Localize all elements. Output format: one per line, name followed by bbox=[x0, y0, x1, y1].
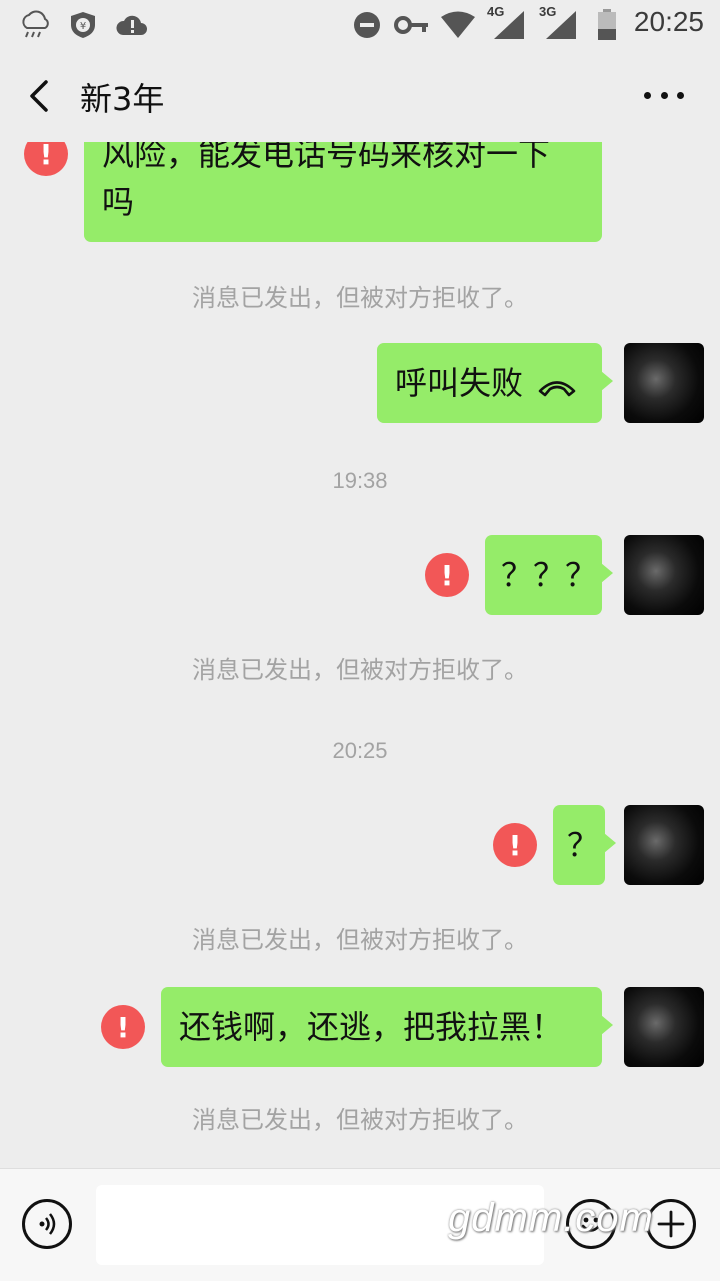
system-message: 消息已发出，但被对方拒收了。 bbox=[192, 284, 528, 312]
message-text-line: 风险，能发电话号码来核对一下 bbox=[102, 142, 551, 173]
more-dots-icon[interactable] bbox=[644, 80, 684, 110]
status-time: 20:25 bbox=[633, 6, 704, 37]
message-text: ？？？ bbox=[501, 556, 598, 594]
avatar[interactable] bbox=[624, 343, 704, 423]
send-failed-icon[interactable]: ! bbox=[493, 823, 537, 867]
status-bar: ¥ 4G 3G 20:25 bbox=[0, 0, 720, 50]
message-bubble[interactable]: ？？？ bbox=[485, 535, 613, 615]
message-timestamp: 19:38 bbox=[332, 468, 388, 493]
system-message: 消息已发出，但被对方拒收了。 bbox=[192, 1106, 528, 1134]
key-icon bbox=[394, 10, 430, 40]
system-message: 消息已发出，但被对方拒收了。 bbox=[192, 926, 528, 954]
message-bubble-call[interactable]: 呼叫失败 bbox=[377, 343, 613, 423]
svg-text:¥: ¥ bbox=[80, 21, 86, 32]
avatar[interactable] bbox=[624, 535, 704, 615]
network-3g-label: 3G bbox=[539, 4, 557, 19]
chat-header: 新3年 bbox=[0, 50, 720, 142]
hangup-phone-icon bbox=[537, 365, 577, 413]
wifi-icon bbox=[440, 10, 476, 40]
battery-icon bbox=[596, 9, 618, 40]
message-bubble[interactable]: 还钱啊，还逃，把我拉黑！ bbox=[161, 987, 613, 1067]
do-not-disturb-icon bbox=[352, 10, 382, 40]
send-failed-icon[interactable]: ! bbox=[24, 142, 68, 176]
message-text: ？ bbox=[567, 826, 600, 864]
message-text: 呼叫失败 bbox=[395, 364, 524, 402]
back-chevron-icon[interactable] bbox=[20, 76, 60, 116]
message-timestamp: 20:25 bbox=[332, 738, 388, 763]
avatar[interactable] bbox=[624, 987, 704, 1067]
message-bubble[interactable]: ？ bbox=[553, 805, 616, 885]
avatar[interactable] bbox=[624, 805, 704, 885]
shield-yen-icon: ¥ bbox=[68, 10, 98, 40]
message-text-line: 吗 bbox=[102, 183, 135, 221]
voice-input-icon[interactable] bbox=[22, 1199, 72, 1249]
message-text: 还钱啊，还逃，把我拉黑！ bbox=[179, 1008, 564, 1046]
send-failed-icon[interactable]: ! bbox=[101, 1005, 145, 1049]
message-list[interactable]: ! 风险，能发电话号码来核对一下 吗 消息已发出，但被对方拒收了。 呼叫失败 1… bbox=[0, 142, 720, 1168]
watermark-text: gdmm.com bbox=[448, 1196, 654, 1240]
cloud-alert-icon bbox=[116, 10, 148, 40]
chat-title: 新3年 bbox=[80, 80, 165, 118]
network-4g-label: 4G bbox=[487, 4, 505, 19]
send-failed-icon[interactable]: ! bbox=[425, 553, 469, 597]
message-bubble[interactable]: 风险，能发电话号码来核对一下 吗 bbox=[84, 142, 602, 242]
system-message: 消息已发出，但被对方拒收了。 bbox=[192, 656, 528, 684]
cloud-rain-icon bbox=[18, 10, 52, 40]
